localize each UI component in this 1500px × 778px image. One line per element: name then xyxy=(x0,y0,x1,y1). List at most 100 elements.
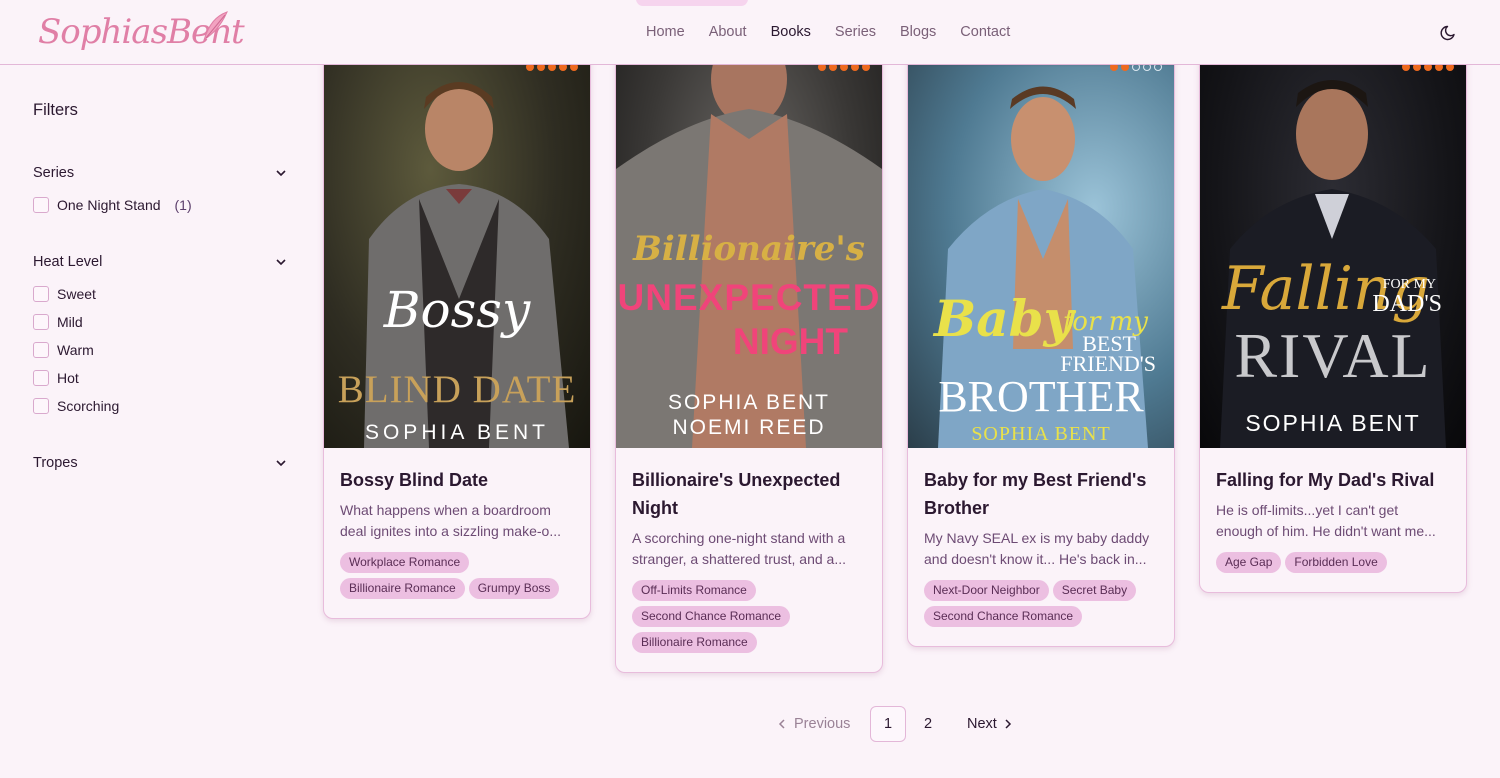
cover-title-script: Billionaire's xyxy=(633,229,865,269)
heat-option-sweet[interactable]: Sweet xyxy=(33,280,289,308)
chevron-left-icon xyxy=(778,719,785,729)
checkbox[interactable] xyxy=(33,286,49,302)
cover-title: UNEXPECTED xyxy=(617,277,881,318)
book-description: A scorching one-night stand with a stran… xyxy=(632,528,866,570)
chevron-down-icon xyxy=(276,460,286,467)
book-card[interactable]: Baby for my BEST FRIEND'S BROTHER SOPHIA… xyxy=(907,48,1175,647)
cover-coauthor: NOEMI REED xyxy=(672,416,826,439)
filter-group-series: Series One Night Stand (1) xyxy=(33,163,289,219)
option-label: Hot xyxy=(57,370,79,386)
trope-tag[interactable]: Grumpy Boss xyxy=(468,578,560,599)
heat-option-scorching[interactable]: Scorching xyxy=(33,392,289,420)
trope-tags: Age Gap Forbidden Love xyxy=(1216,552,1450,573)
card-body: Billionaire's Unexpected Night A scorchi… xyxy=(616,448,882,672)
page-1-button[interactable]: 1 xyxy=(870,706,906,742)
nav-about[interactable]: About xyxy=(709,24,747,40)
tropes-toggle[interactable]: Tropes xyxy=(33,453,289,473)
main-nav: Home About Books Series Blogs Contact xyxy=(646,24,1010,40)
card-body: Falling for My Dad's Rival He is off-lim… xyxy=(1200,448,1466,592)
card-body: Baby for my Best Friend's Brother My Nav… xyxy=(908,448,1174,646)
nav-highlight xyxy=(636,0,748,6)
series-option-one-night-stand[interactable]: One Night Stand (1) xyxy=(33,191,289,219)
book-cover[interactable]: Baby for my BEST FRIEND'S BROTHER SOPHIA… xyxy=(908,49,1174,448)
nav-home[interactable]: Home xyxy=(646,24,685,40)
filters-sidebar: Filters Series One Night Stand (1) Heat … xyxy=(33,100,289,473)
book-title[interactable]: Bossy Blind Date xyxy=(340,466,574,494)
site-logo[interactable]: SophiasBent xyxy=(38,10,245,62)
description-line: What happens when a boardroom xyxy=(340,502,551,518)
card-body: Bossy Blind Date What happens when a boa… xyxy=(324,448,590,618)
cover-author: SOPHIA BENT xyxy=(971,423,1111,445)
book-card[interactable]: Bossy BLIND DATE SOPHIA BENT Bossy Blind… xyxy=(323,48,591,619)
chevron-down-icon xyxy=(276,170,286,177)
description-line: stranger, a shattered trust, and a... xyxy=(632,551,847,567)
filters-title: Filters xyxy=(33,101,78,119)
book-card[interactable]: Billionaire's UNEXPECTED NIGHT SOPHIA BE… xyxy=(615,48,883,673)
checkbox[interactable] xyxy=(33,370,49,386)
cover-title-script: Bossy xyxy=(383,281,531,339)
checkbox[interactable] xyxy=(33,398,49,414)
book-cover[interactable]: Falling FOR MY DAD'S RIVAL SOPHIA BENT xyxy=(1200,49,1466,448)
nav-series[interactable]: Series xyxy=(835,24,876,40)
option-label: Warm xyxy=(57,342,94,358)
trope-tag[interactable]: Secret Baby xyxy=(1052,580,1137,601)
cover-title-2: NIGHT xyxy=(732,321,848,362)
description-line: A scorching one-night stand with a xyxy=(632,530,846,546)
trope-tag[interactable]: Forbidden Love xyxy=(1285,552,1387,573)
heat-option-hot[interactable]: Hot xyxy=(33,364,289,392)
next-label: Next xyxy=(967,716,997,732)
heat-level-toggle[interactable]: Heat Level xyxy=(33,252,289,272)
previous-page-button[interactable]: Previous xyxy=(778,716,870,732)
book-card[interactable]: Falling FOR MY DAD'S RIVAL SOPHIA BENT F… xyxy=(1199,48,1467,593)
cover-title-script: Baby xyxy=(934,289,1073,348)
option-count: (1) xyxy=(174,197,192,213)
page-2-button[interactable]: 2 xyxy=(910,706,946,742)
chevron-down-icon xyxy=(276,259,286,266)
nav-blogs[interactable]: Blogs xyxy=(900,24,936,40)
cover-author: SOPHIA BENT xyxy=(364,421,550,444)
cover-title-3: DAD'S xyxy=(1372,291,1442,317)
trope-tag[interactable]: Second Chance Romance xyxy=(924,606,1083,627)
checkbox[interactable] xyxy=(33,197,49,213)
book-cover[interactable]: Bossy BLIND DATE SOPHIA BENT xyxy=(324,49,590,448)
trope-tag[interactable]: Billionaire Romance xyxy=(340,578,465,599)
trope-tags: Workplace Romance Billionaire Romance Gr… xyxy=(340,552,574,599)
book-description: He is off-limits...yet I can't get enoug… xyxy=(1216,500,1450,542)
heat-option-warm[interactable]: Warm xyxy=(33,336,289,364)
trope-tag[interactable]: Second Chance Romance xyxy=(632,606,791,627)
nav-contact[interactable]: Contact xyxy=(960,24,1010,40)
cover-title: RIVAL xyxy=(1234,320,1432,391)
description-line: and doesn't know it... He's back in... xyxy=(924,551,1147,567)
nav-books[interactable]: Books xyxy=(771,24,811,40)
cover-author: SOPHIA BENT xyxy=(1245,410,1421,436)
book-title[interactable]: Billionaire's Unexpected Night xyxy=(632,466,866,522)
next-page-button[interactable]: Next xyxy=(967,716,1012,732)
book-title[interactable]: Falling for My Dad's Rival xyxy=(1216,466,1450,494)
series-label: Series xyxy=(33,165,75,181)
trope-tag[interactable]: Off-Limits Romance xyxy=(632,580,756,601)
book-description: What happens when a boardroom deal ignit… xyxy=(340,500,574,542)
heat-option-mild[interactable]: Mild xyxy=(33,308,289,336)
filter-group-tropes: Tropes xyxy=(33,453,289,473)
checkbox[interactable] xyxy=(33,314,49,330)
cover-title: BLIND DATE xyxy=(337,368,577,411)
previous-label: Previous xyxy=(794,716,851,732)
pagination: Previous 1 2 Next xyxy=(778,706,1012,742)
book-cover[interactable]: Billionaire's UNEXPECTED NIGHT SOPHIA BE… xyxy=(616,49,882,448)
series-toggle[interactable]: Series xyxy=(33,163,289,183)
heat-level-label: Heat Level xyxy=(33,254,103,270)
option-label: One Night Stand xyxy=(57,197,161,213)
trope-tag[interactable]: Next-Door Neighbor xyxy=(924,580,1049,601)
trope-tag[interactable]: Age Gap xyxy=(1216,552,1282,573)
trope-tag[interactable]: Billionaire Romance xyxy=(632,632,757,653)
option-label: Sweet xyxy=(57,286,96,302)
book-title[interactable]: Baby for my Best Friend's Brother xyxy=(924,466,1158,522)
site-header: SophiasBent Home About Books Series Blog… xyxy=(0,0,1500,65)
checkbox[interactable] xyxy=(33,342,49,358)
moon-icon[interactable] xyxy=(1440,23,1458,41)
filter-group-heat-level: Heat Level Sweet Mild Warm Hot Scorching xyxy=(33,252,289,420)
trope-tag[interactable]: Workplace Romance xyxy=(340,552,470,573)
trope-tags: Next-Door Neighbor Secret Baby Second Ch… xyxy=(924,580,1158,627)
feather-icon xyxy=(203,11,228,42)
description-line: My Navy SEAL ex is my baby daddy xyxy=(924,530,1150,546)
